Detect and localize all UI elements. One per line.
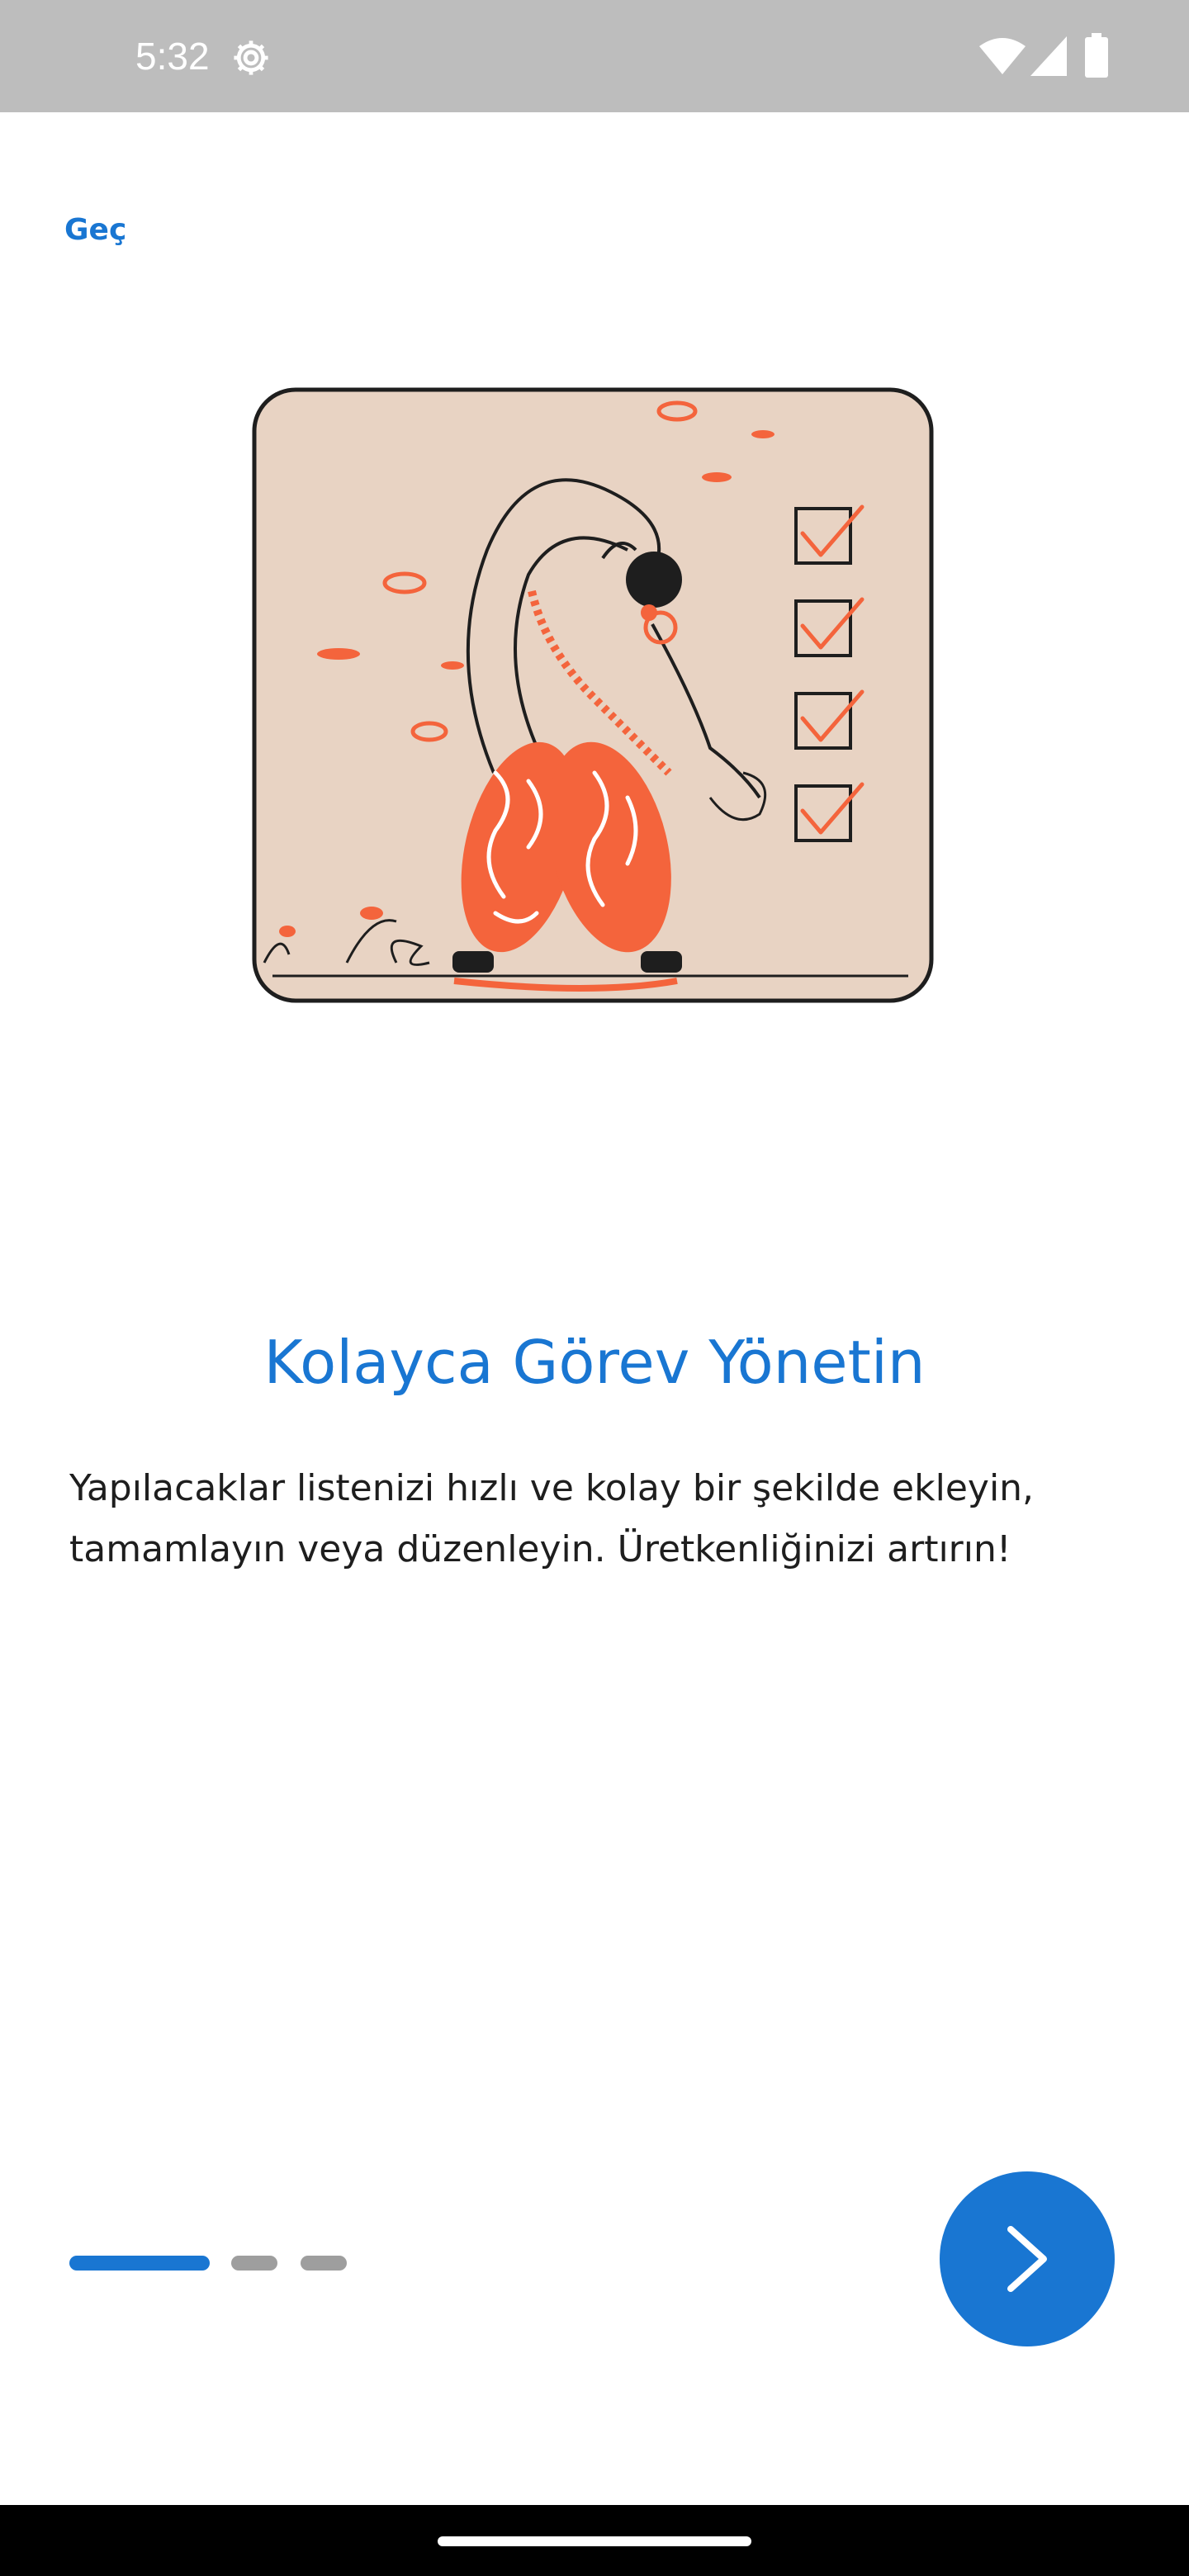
settings-gear-icon — [234, 40, 268, 75]
skip-button[interactable]: Geç — [64, 208, 126, 253]
status-time: 5:32 — [135, 35, 210, 78]
task-management-illustration — [252, 387, 934, 1003]
cell-signal-icon — [1030, 36, 1067, 76]
wifi-icon — [979, 38, 1026, 74]
page-dot-2 — [231, 2256, 277, 2271]
home-gesture-handle[interactable] — [438, 2536, 751, 2546]
next-button[interactable] — [940, 2171, 1115, 2346]
chevron-right-icon — [1007, 2226, 1047, 2292]
page-dot-1 — [69, 2256, 210, 2271]
status-bar: 5:32 — [0, 0, 1189, 112]
onboarding-description: Yapılacaklar listenizi hızlı ve kolay bi… — [69, 1467, 1035, 1570]
page-dot-3 — [301, 2256, 347, 2271]
battery-icon — [1085, 33, 1108, 78]
onboarding-title: Kolayca Görev Yönetin — [263, 1328, 926, 1397]
